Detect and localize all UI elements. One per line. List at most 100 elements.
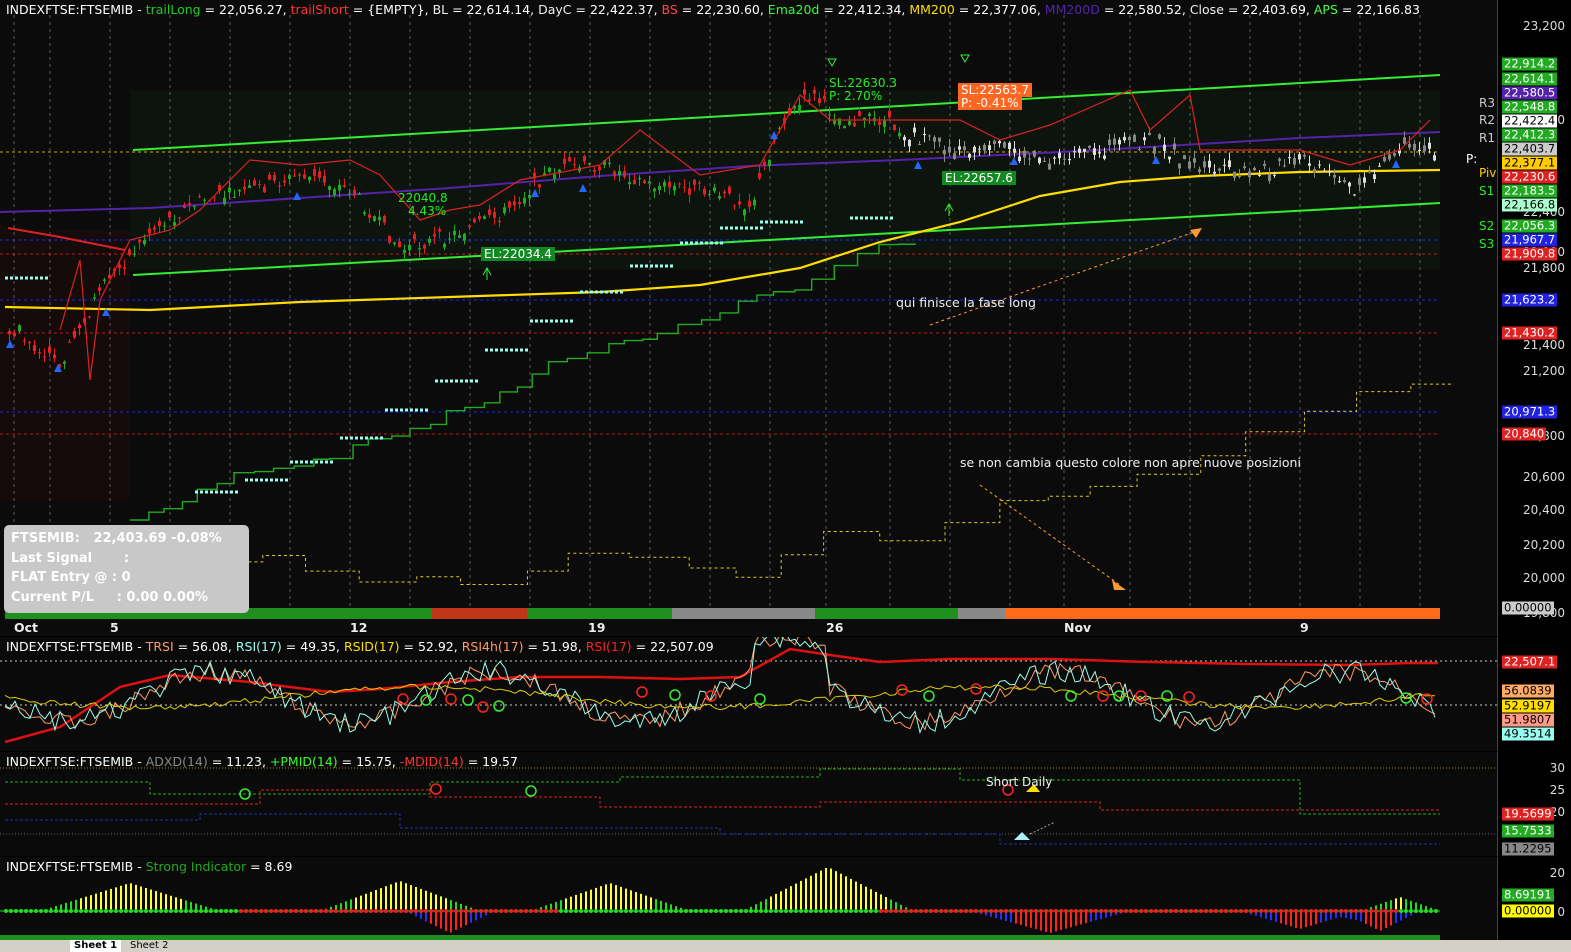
axis-value-label: 22,403.7 bbox=[1502, 141, 1558, 156]
rsi-sell-circle bbox=[896, 684, 908, 696]
candle-body bbox=[178, 217, 181, 219]
strong-dot bbox=[844, 909, 848, 913]
strong-dot bbox=[264, 909, 268, 913]
tab-sheet-1[interactable]: Sheet 1 bbox=[70, 940, 122, 952]
strong-dot bbox=[1389, 909, 1393, 913]
strong-dot bbox=[19, 909, 23, 913]
price-plot[interactable]: INDEXFTSE:FTSEMIB - trailLong = 22,056.2… bbox=[0, 0, 1498, 636]
axis-value-label: 22,183.5 bbox=[1502, 183, 1558, 198]
strong-dot bbox=[114, 909, 118, 913]
strong-dot bbox=[899, 909, 903, 913]
candle-body bbox=[303, 174, 306, 179]
strong-dot bbox=[1419, 909, 1423, 913]
pivot-p-label: P: bbox=[1466, 152, 1478, 166]
candle-body bbox=[1293, 157, 1296, 165]
header-series-name: RSI(17) bbox=[235, 639, 282, 654]
date-label-19: 19 bbox=[588, 620, 606, 635]
axis-value-label: 20,971.3 bbox=[1502, 404, 1558, 419]
candle-body bbox=[1073, 151, 1076, 153]
adx-axis[interactable]: 30 25 20 19.5699 15.7533 11.2295 bbox=[1498, 752, 1571, 856]
candle-body bbox=[188, 202, 191, 206]
strong-dot bbox=[39, 909, 43, 913]
candle-body bbox=[1298, 154, 1301, 160]
strong-axis[interactable]: 20 0 8.69191 0.00000 bbox=[1498, 857, 1571, 940]
strong-dot bbox=[1399, 909, 1403, 913]
strong-dot bbox=[509, 909, 513, 913]
candle-body bbox=[608, 162, 611, 164]
candle-body bbox=[1158, 134, 1161, 139]
position-info-box[interactable]: FTSEMIB: 22,403.69 -0.08% Last Signal : … bbox=[4, 525, 249, 613]
strong-dot bbox=[134, 909, 138, 913]
strong-dot bbox=[224, 909, 228, 913]
candle-body bbox=[1308, 163, 1311, 166]
strong-dot bbox=[779, 909, 783, 913]
info-flat-entry: FLAT Entry @ : 0 bbox=[11, 570, 131, 585]
strong-dot bbox=[704, 909, 708, 913]
candle-body bbox=[1248, 171, 1251, 178]
axis-value-label: 22,614.1 bbox=[1502, 71, 1558, 86]
regime-color-bar bbox=[672, 608, 815, 619]
strong-dot bbox=[664, 909, 668, 913]
candle-body bbox=[1043, 160, 1046, 162]
strong-dot bbox=[894, 909, 898, 913]
candle-body bbox=[453, 230, 456, 236]
strong-dot bbox=[504, 909, 508, 913]
rsi-axis[interactable]: 22,507.1 56.0839 52.9197 51.9807 49.3514 bbox=[1498, 637, 1571, 751]
adx-sell-circle bbox=[430, 783, 442, 795]
strong-dot bbox=[829, 909, 833, 913]
header-series-name: -MDID(14) bbox=[399, 754, 464, 769]
candle-body bbox=[68, 341, 71, 343]
pivot-piv-label: Piv bbox=[1479, 166, 1497, 180]
candle-body bbox=[33, 345, 36, 351]
price-header: INDEXFTSE:FTSEMIB - trailLong = 22,056.2… bbox=[6, 2, 1424, 17]
pivot-r1-label: R1 bbox=[1479, 131, 1495, 145]
strong-dot bbox=[1089, 909, 1093, 913]
strong-dot bbox=[1304, 909, 1308, 913]
candle-body bbox=[993, 140, 996, 144]
strong-dot bbox=[1074, 909, 1078, 913]
strong-dot bbox=[579, 909, 583, 913]
header-series-value: = 22,056.27, bbox=[200, 2, 291, 17]
candle-body bbox=[463, 233, 466, 241]
adx-plot[interactable]: INDEXFTSE:FTSEMIB - ADXD(14) = 11.23, +P… bbox=[0, 752, 1498, 856]
header-series-value: = 22,412.34, bbox=[819, 2, 910, 17]
axis-tick-label: 21,800 bbox=[1523, 261, 1565, 275]
candle-body bbox=[818, 98, 821, 104]
candle-body bbox=[98, 287, 101, 291]
strong-dot bbox=[1384, 909, 1388, 913]
candle-body bbox=[1263, 163, 1266, 166]
header-series-value: = 22,166.83 bbox=[1337, 2, 1424, 17]
candle-body bbox=[408, 244, 411, 251]
strong-dot bbox=[1204, 909, 1208, 913]
rsi-plot[interactable]: INDEXFTSE:FTSEMIB - TRSI = 56.08, RSI(17… bbox=[0, 637, 1498, 751]
info-last-signal: Last Signal : bbox=[11, 550, 130, 566]
candle-body bbox=[203, 199, 206, 201]
header-series-value: = 11.23, bbox=[207, 754, 270, 769]
entry-long-tag: EL:22034.4 bbox=[481, 247, 555, 261]
rsi-buy-circle bbox=[1065, 690, 1077, 702]
candle-body bbox=[228, 187, 231, 193]
tab-sheet-2[interactable]: Sheet 2 bbox=[126, 940, 172, 952]
candle-body bbox=[768, 159, 771, 167]
strong-header: INDEXFTSE:FTSEMIB - Strong Indicator = 8… bbox=[6, 859, 296, 874]
candle-body bbox=[513, 201, 516, 206]
strong-dot bbox=[1314, 909, 1318, 913]
strong-dot bbox=[474, 909, 478, 913]
axis-value-label: 20,840 bbox=[1502, 426, 1547, 441]
strong-dot bbox=[259, 909, 263, 913]
strong-dot bbox=[1309, 909, 1313, 913]
strong-dot bbox=[549, 909, 553, 913]
rsi-buy-circle bbox=[1113, 690, 1125, 702]
strong-dot bbox=[799, 909, 803, 913]
strong-dot bbox=[1119, 909, 1123, 913]
strong-dot bbox=[1379, 909, 1383, 913]
candle-body bbox=[1178, 163, 1181, 169]
strong-dot bbox=[749, 909, 753, 913]
candle-body bbox=[138, 239, 141, 243]
adx-pane: INDEXFTSE:FTSEMIB - ADXD(14) = 11.23, +P… bbox=[0, 752, 1571, 856]
candle-body bbox=[328, 186, 331, 190]
rsi-sell-circle bbox=[397, 693, 409, 705]
strong-plot[interactable]: INDEXFTSE:FTSEMIB - Strong Indicator = 8… bbox=[0, 857, 1498, 940]
price-axis[interactable]: 23,20022,80022,40022,00021,80021,40021,2… bbox=[1498, 0, 1571, 636]
strong-dot bbox=[4, 909, 8, 913]
